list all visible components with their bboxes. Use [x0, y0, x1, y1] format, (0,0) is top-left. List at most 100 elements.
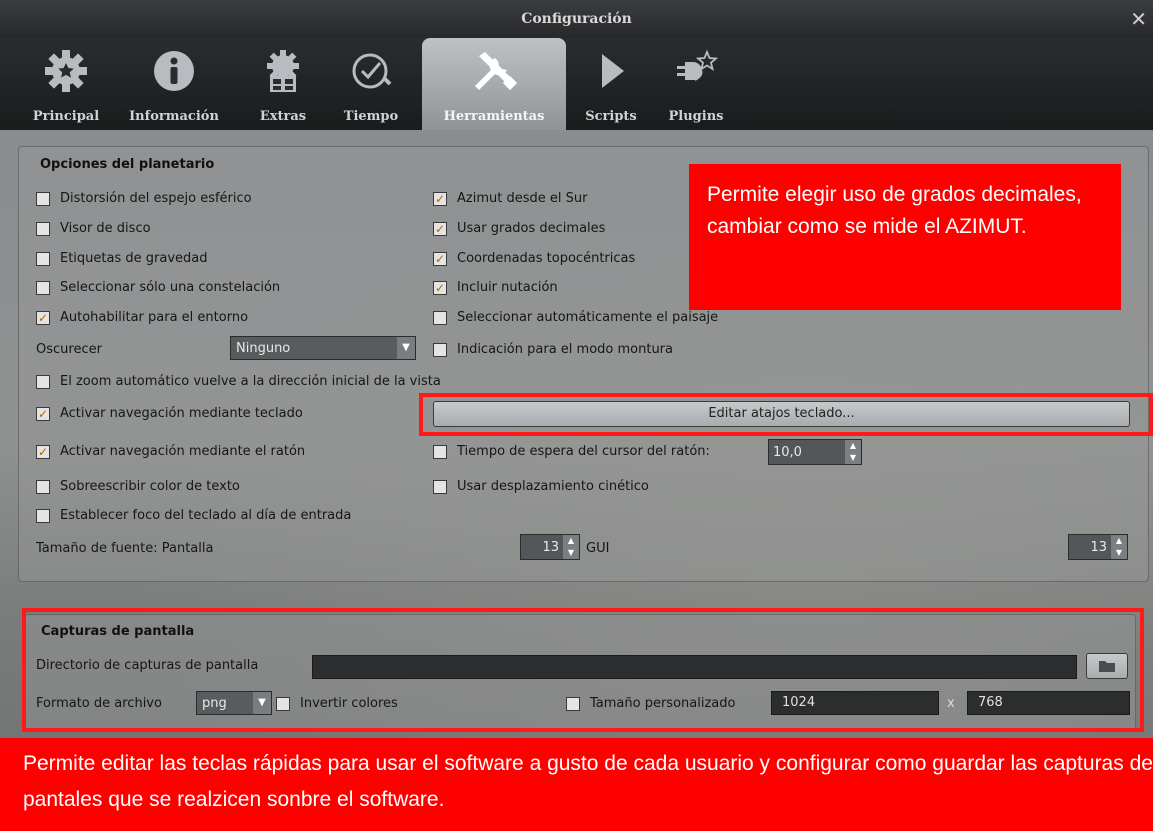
chevron-down-icon[interactable]: ▼	[253, 692, 271, 714]
gear-icon	[45, 50, 87, 92]
option-gravity-labels[interactable]: Etiquetas de gravedad	[36, 251, 208, 266]
file-format-value: png	[202, 696, 227, 711]
option-label: Invertir colores	[300, 696, 398, 711]
checkbox-checked[interactable]: ✓	[36, 444, 50, 459]
checkbox[interactable]	[36, 374, 50, 389]
option-label: Visor de disco	[60, 221, 151, 236]
dim-dropdown[interactable]: Ninguno ▼	[230, 336, 416, 360]
tab-bar: Principal Información Extras Tiempo Herr…	[0, 38, 1153, 130]
option-label: El zoom automático vuelve a la dirección…	[60, 374, 441, 389]
checkbox-checked[interactable]: ✓	[36, 310, 50, 325]
font-size-gui-spinner[interactable]: 13 ▲ ▼	[1068, 534, 1128, 560]
option-kinetic-scrolling[interactable]: Usar desplazamiento cinético	[433, 479, 649, 494]
checkbox[interactable]	[433, 479, 447, 494]
screenshot-dir-label: Directorio de capturas de pantalla	[36, 658, 259, 673]
option-label: Autohabilitar para el entorno	[60, 310, 249, 325]
option-topocentric[interactable]: ✓ Coordenadas topocéntricas	[433, 251, 635, 266]
checkbox[interactable]	[36, 479, 50, 494]
checkbox[interactable]	[433, 342, 447, 357]
option-spherical-mirror[interactable]: Distorsión del espejo esférico	[36, 191, 252, 206]
spinner-arrows-icon[interactable]: ▲ ▼	[1111, 535, 1127, 559]
custom-height-input[interactable]: 768	[967, 691, 1130, 715]
checkbox-checked[interactable]: ✓	[36, 406, 50, 421]
option-mouse-navigation[interactable]: ✓ Activar navegación mediante el ratón	[36, 444, 305, 459]
gui-font-label: GUI	[586, 541, 610, 556]
checkbox-checked[interactable]: ✓	[433, 251, 447, 266]
option-decimal-degrees[interactable]: ✓ Usar grados decimales	[433, 221, 605, 236]
option-label: Etiquetas de gravedad	[60, 251, 208, 266]
checkbox[interactable]	[433, 444, 447, 459]
size-separator: x	[947, 696, 955, 711]
close-icon[interactable]: ✕	[1130, 0, 1147, 38]
option-label: Usar grados decimales	[457, 221, 606, 236]
checkbox[interactable]	[36, 280, 50, 295]
extras-icon	[267, 50, 299, 92]
spinner-value: 13	[1090, 540, 1107, 555]
option-label: Indicación para el modo montura	[457, 342, 673, 357]
option-label: Tamaño personalizado	[590, 696, 736, 711]
option-label: Azimut desde el Sur	[457, 191, 588, 206]
checkbox[interactable]	[433, 310, 447, 325]
tab-label: Herramientas	[443, 109, 545, 124]
option-label: Incluir nutación	[457, 280, 558, 295]
option-label: Distorsión del espejo esférico	[60, 191, 252, 206]
tab-tiempo[interactable]: Tiempo	[336, 38, 406, 130]
checkbox[interactable]	[276, 696, 290, 711]
spinner-arrows-icon[interactable]: ▲ ▼	[845, 440, 861, 464]
option-invert-colors[interactable]: Invertir colores	[276, 696, 398, 711]
plugin-icon	[677, 49, 719, 81]
mouse-timeout-spinner[interactable]: 10,0 ▲ ▼	[768, 439, 862, 465]
checkbox-checked[interactable]: ✓	[433, 280, 447, 295]
checkbox[interactable]	[36, 251, 50, 266]
checkbox[interactable]	[36, 221, 50, 236]
annotation-callout-bottom: Permite editar las teclas rápidas para u…	[0, 738, 1153, 831]
tab-principal[interactable]: Principal	[22, 38, 110, 130]
file-format-dropdown[interactable]: png ▼	[196, 691, 272, 715]
checkbox[interactable]	[36, 191, 50, 206]
font-size-screen-spinner[interactable]: 13 ▲ ▼	[520, 534, 580, 560]
option-azimuth-south[interactable]: ✓ Azimut desde el Sur	[433, 191, 587, 206]
option-auto-zoom-return[interactable]: El zoom automático vuelve a la dirección…	[36, 374, 441, 389]
tab-plugins[interactable]: Plugins	[656, 38, 736, 130]
tab-label: Scripts	[585, 109, 637, 124]
dim-label: Oscurecer	[36, 342, 102, 357]
tab-extras[interactable]: Extras	[248, 38, 318, 130]
option-keyboard-navigation[interactable]: ✓ Activar navegación mediante teclado	[36, 406, 303, 421]
checkbox[interactable]	[566, 696, 580, 711]
browse-folder-button[interactable]	[1086, 653, 1128, 679]
spinner-value: 13	[542, 540, 559, 555]
edit-shortcuts-button[interactable]: Editar atajos teclado...	[433, 401, 1130, 427]
option-keyboard-focus-date[interactable]: Establecer foco del teclado al día de en…	[36, 508, 351, 523]
custom-width-input[interactable]: 1024	[771, 691, 939, 715]
checkbox-checked[interactable]: ✓	[433, 191, 447, 206]
option-auto-enable-environment[interactable]: ✓ Autohabilitar para el entorno	[36, 310, 248, 325]
tab-informacion[interactable]: Información	[122, 38, 226, 130]
checkbox-checked[interactable]: ✓	[433, 221, 447, 236]
option-single-constellation[interactable]: Seleccionar sólo una constelación	[36, 280, 280, 295]
screenshot-dir-input[interactable]	[312, 655, 1077, 679]
option-label: Seleccionar automáticamente el paisaje	[457, 310, 719, 325]
annotation-callout-azimuth: Permite elegir uso de grados decimales, …	[689, 164, 1121, 310]
tab-label: Tiempo	[343, 109, 399, 124]
option-auto-landscape[interactable]: Seleccionar automáticamente el paisaje	[433, 310, 718, 325]
option-disk-viewport[interactable]: Visor de disco	[36, 221, 151, 236]
option-mount-mode[interactable]: Indicación para el modo montura	[433, 342, 673, 357]
option-label: Seleccionar sólo una constelación	[60, 280, 281, 295]
screenshots-title: Capturas de pantalla	[41, 624, 195, 639]
window-title: Configuración	[521, 11, 632, 27]
option-nutation[interactable]: ✓ Incluir nutación	[433, 280, 558, 295]
title-bar: Configuración ✕	[0, 0, 1153, 38]
spinner-arrows-icon[interactable]: ▲ ▼	[563, 535, 579, 559]
chevron-down-icon[interactable]: ▼	[397, 337, 415, 359]
option-custom-size[interactable]: Tamaño personalizado	[566, 696, 735, 711]
option-label: Sobreescribir color de texto	[60, 479, 240, 494]
option-label: Activar navegación mediante teclado	[60, 406, 303, 421]
tab-scripts[interactable]: Scripts	[574, 38, 648, 130]
option-label: Coordenadas topocéntricas	[457, 251, 636, 266]
option-mouse-timeout[interactable]: Tiempo de espera del cursor del ratón:	[433, 444, 710, 459]
tab-herramientas[interactable]: Herramientas	[422, 38, 566, 130]
checkbox[interactable]	[36, 508, 50, 523]
option-override-text-color[interactable]: Sobreescribir color de texto	[36, 479, 240, 494]
tab-label: Extras	[259, 109, 307, 124]
spinner-value: 10,0	[773, 445, 802, 460]
